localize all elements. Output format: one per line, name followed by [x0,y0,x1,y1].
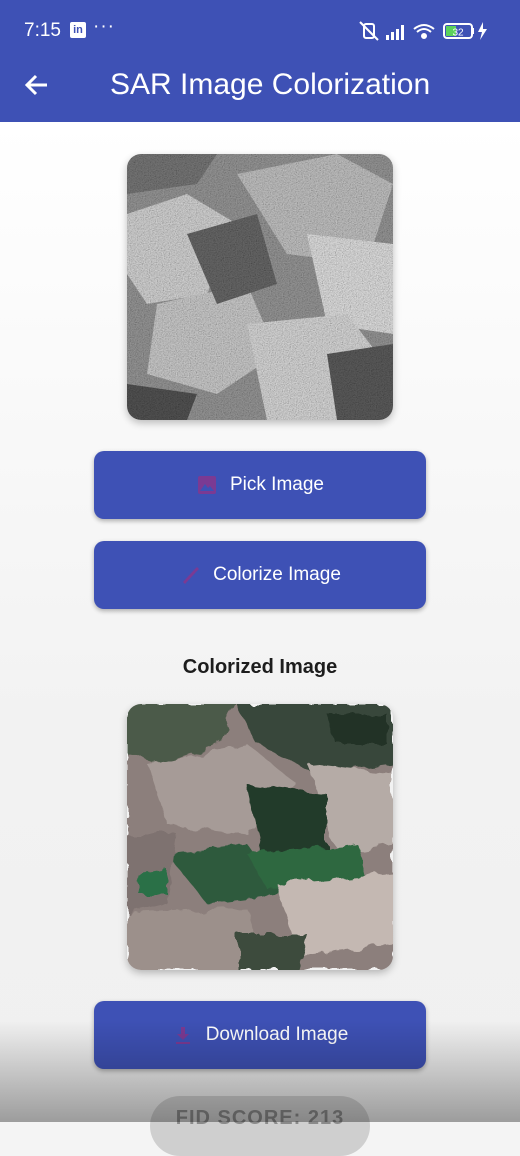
colorized-image-heading: Colorized Image [182,656,338,678]
mute-icon [359,21,379,41]
download-icon [172,1024,194,1046]
pick-image-label: Pick Image [230,474,324,495]
colorize-image-button[interactable]: Colorize Image [94,541,426,609]
fid-score-chip: FID SCORE: 213 [150,1096,370,1156]
download-image-button[interactable]: Download Image [94,1001,426,1069]
battery-icon: 32 [443,23,474,39]
more-notifications-icon: ··· [93,16,115,37]
pick-image-button[interactable]: Pick Image [94,451,426,519]
svg-text:32: 32 [452,28,464,39]
page-title: SAR Image Colorization [110,68,431,101]
signal-icon [386,25,404,40]
status-bar: 7:15 in ··· 32 [0,0,520,60]
wifi-icon [413,24,435,39]
back-button[interactable] [22,70,52,100]
image-icon [196,474,218,496]
charging-icon [478,22,487,40]
status-time: 7:15 [24,20,61,41]
colorized-output-image [127,704,393,970]
linkedin-icon: in [70,22,86,38]
colorize-image-label: Colorize Image [213,564,341,585]
app-bar: 7:15 in ··· 32 SAR Image Colorization [0,0,520,122]
status-icons: 32 [358,20,494,41]
arrow-left-icon [24,74,47,96]
download-image-label: Download Image [205,1024,349,1045]
brush-icon [179,564,201,586]
sar-input-image [127,154,393,420]
